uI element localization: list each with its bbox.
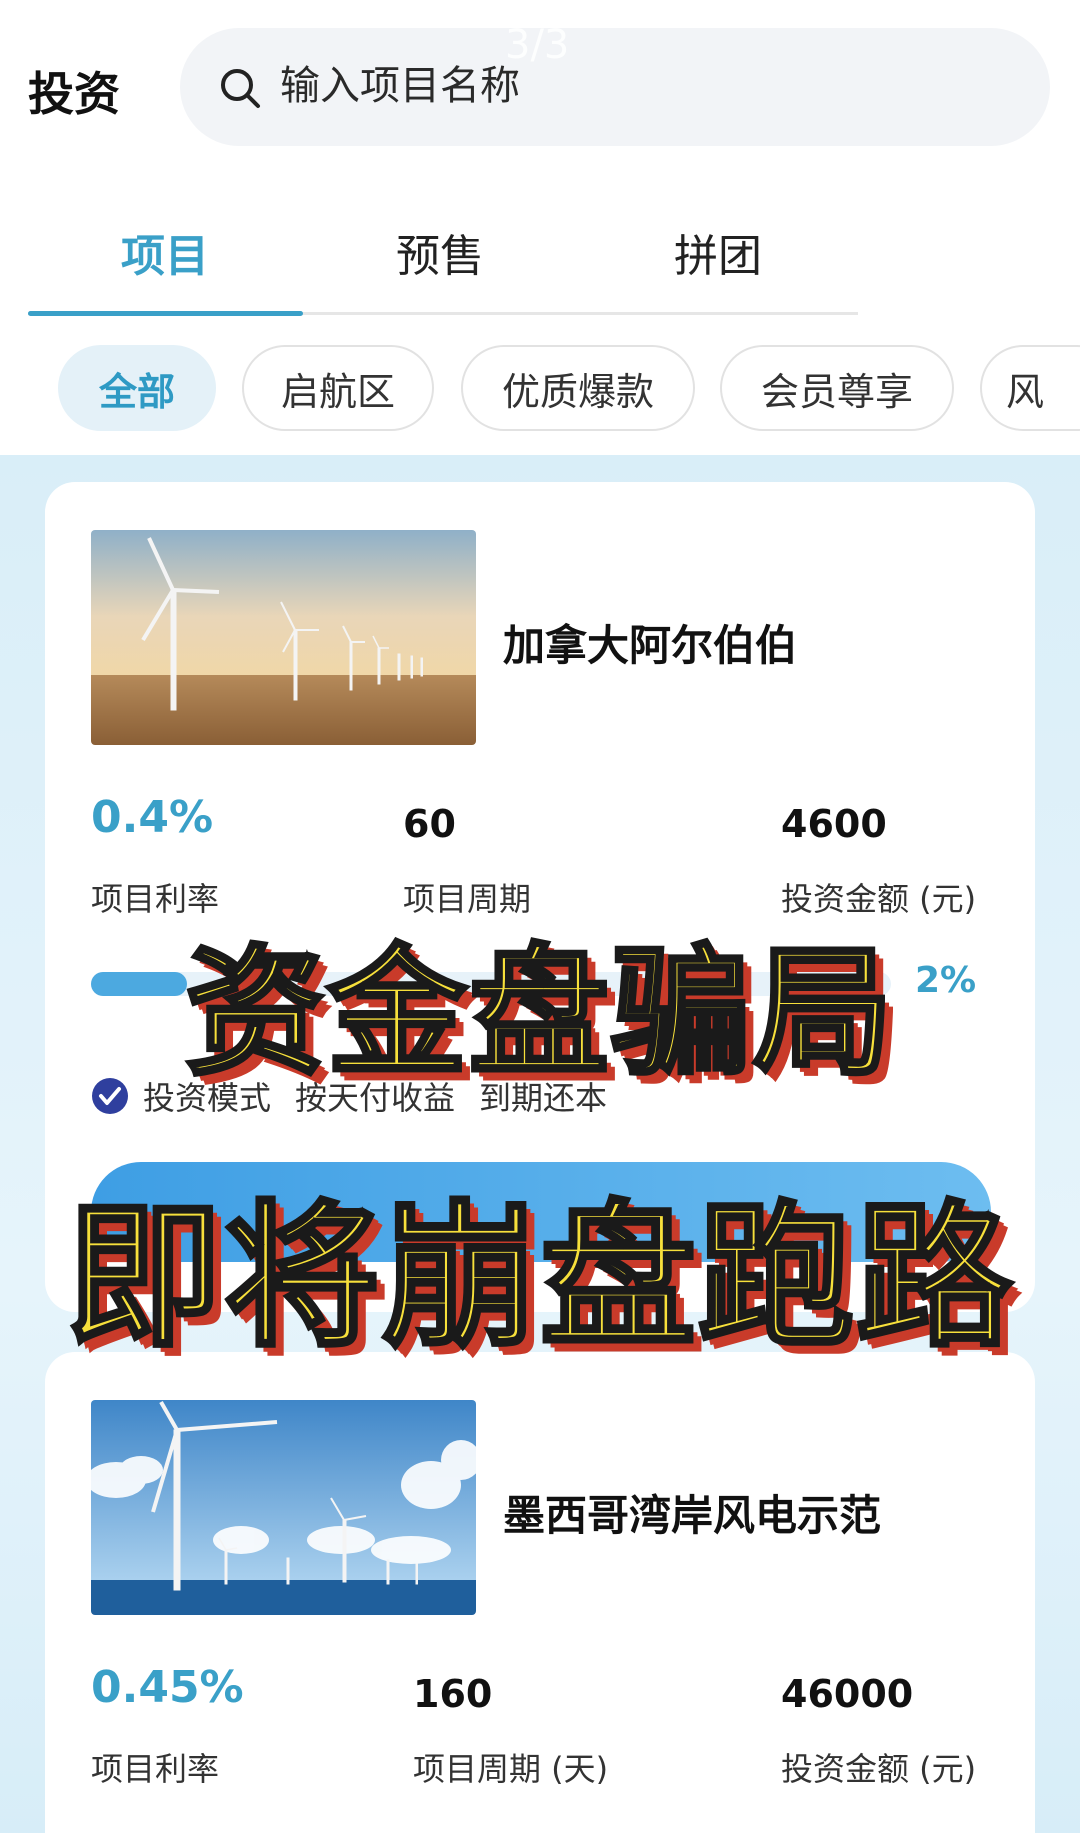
overlay-caption-line-2: 即将崩盘跑路 xyxy=(64,1184,1014,1370)
project-amount: 4600 xyxy=(781,802,887,846)
filter-chip-members[interactable]: 会员尊享 xyxy=(720,345,954,431)
project-image-wind-turbines xyxy=(91,530,476,745)
project-rate-label: 项目利率 xyxy=(91,1750,220,1788)
project-period: 60 xyxy=(403,802,456,846)
search-icon xyxy=(221,69,260,108)
project-period: 160 xyxy=(413,1672,493,1716)
filter-chip-hot-picks[interactable]: 优质爆款 xyxy=(461,345,695,431)
filter-chip-launch-zone[interactable]: 启航区 xyxy=(242,345,434,431)
project-period-label: 项目周期 (天) xyxy=(413,1750,609,1788)
filter-chip-all[interactable]: 全部 xyxy=(58,345,216,431)
project-name: 墨西哥湾岸风电示范 xyxy=(503,1491,882,1540)
search-input[interactable] xyxy=(280,54,980,118)
tab-group-buy[interactable]: 拼团 xyxy=(618,220,818,284)
top-bar: 投资 3/3 xyxy=(0,0,1080,170)
filter-chip-more[interactable]: 风 xyxy=(980,345,1080,431)
project-rate: 0.45% xyxy=(91,1662,244,1713)
tab-active-indicator xyxy=(28,311,303,316)
filter-chips: 全部 启航区 优质爆款 会员尊享 风 xyxy=(0,340,1080,440)
project-card[interactable]: 墨西哥湾岸风电示范 0.45% 项目利率 160 项目周期 (天) 46000 … xyxy=(45,1352,1035,1833)
tab-presale[interactable]: 预售 xyxy=(340,220,540,284)
project-rate: 0.4% xyxy=(91,792,214,843)
project-name: 加拿大阿尔伯伯 xyxy=(503,621,798,670)
overlay-caption-line-1: 资金盘骗局 xyxy=(183,930,895,1097)
tab-projects[interactable]: 项目 xyxy=(65,220,265,284)
search-bar[interactable] xyxy=(180,28,1050,146)
page-indicator: 3/3 xyxy=(505,22,570,68)
project-image-offshore-wind xyxy=(91,1400,476,1615)
project-amount: 46000 xyxy=(781,1672,914,1716)
tab-bar: 项目 预售 拼团 xyxy=(0,200,1080,320)
page-title: 投资 xyxy=(28,67,120,121)
project-amount-label: 投资金额 (元) xyxy=(781,1750,977,1788)
